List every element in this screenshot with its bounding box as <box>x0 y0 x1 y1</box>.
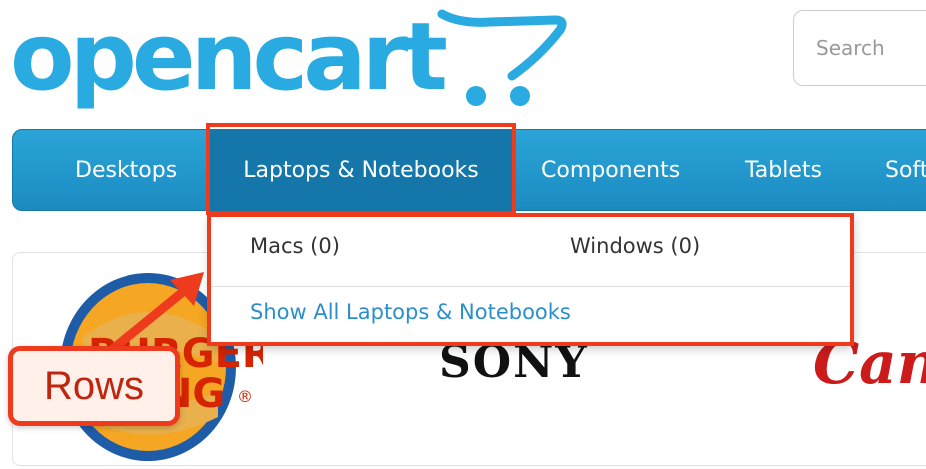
sony-logo[interactable]: SONY <box>439 337 589 388</box>
menu-item-laptops-notebooks[interactable]: Laptops & Notebooks <box>209 130 513 210</box>
dropdown-item-windows[interactable]: Windows (0) <box>570 234 700 258</box>
menu-item-tablets[interactable]: Tablets <box>745 130 822 210</box>
search-input[interactable] <box>814 35 926 61</box>
search-box[interactable] <box>793 10 926 86</box>
laptops-dropdown-menu: Macs (0) Windows (0) Show All Laptops & … <box>210 214 853 344</box>
shopping-cart-icon <box>437 9 567 106</box>
page: opencart Desktops Laptops & Notebooks Co… <box>0 0 926 469</box>
logo-text: opencart <box>10 3 448 112</box>
menu-item-software[interactable]: Soft <box>885 130 926 210</box>
dropdown-item-macs[interactable]: Macs (0) <box>250 234 340 258</box>
menu-item-desktops[interactable]: Desktops <box>75 130 177 210</box>
rows-annotation-label: Rows <box>8 346 180 426</box>
menu-item-components[interactable]: Components <box>541 130 680 210</box>
registered-mark: ® <box>237 387 253 406</box>
dropdown-divider <box>210 286 853 287</box>
opencart-logo[interactable]: opencart <box>10 2 570 117</box>
main-menu: Desktops Laptops & Notebooks Components … <box>12 129 926 211</box>
show-all-laptops-link[interactable]: Show All Laptops & Notebooks <box>250 300 571 324</box>
